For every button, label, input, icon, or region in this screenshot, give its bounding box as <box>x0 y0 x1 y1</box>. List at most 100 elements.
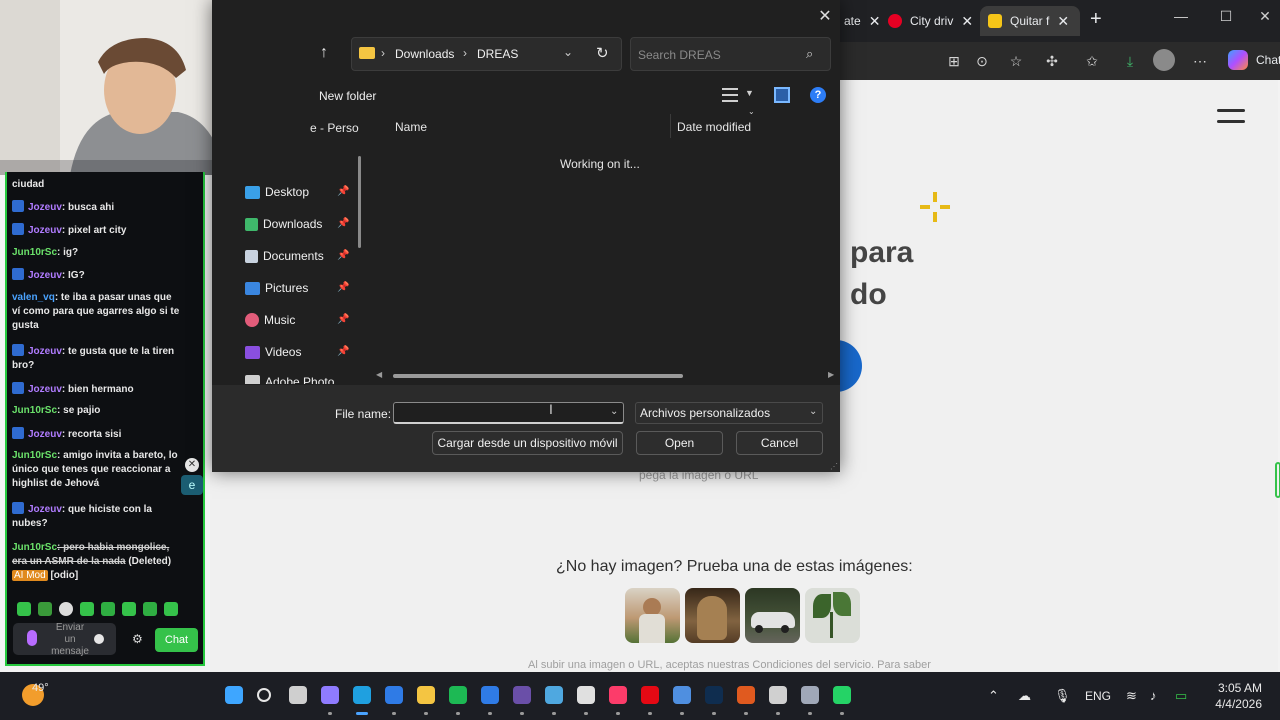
music-icon[interactable] <box>609 686 627 704</box>
sidebar-scrollbar[interactable] <box>358 156 361 248</box>
chat-username[interactable]: Jun10rSc <box>12 405 57 416</box>
chat-username[interactable]: Jun10rSc <box>12 247 57 258</box>
cancel-button[interactable]: Cancel <box>736 431 823 455</box>
copilot-icon[interactable] <box>321 686 339 704</box>
tab-3[interactable]: Quitar f ✕ <box>980 6 1080 36</box>
new-folder-button[interactable]: New folder <box>319 89 376 103</box>
emote-icon[interactable] <box>101 602 115 616</box>
scroll-left-icon[interactable]: ◀ <box>376 370 382 379</box>
scroll-right-icon[interactable]: ▶ <box>828 370 834 379</box>
up-arrow-icon[interactable]: ↑ <box>320 44 328 62</box>
taskview-icon[interactable] <box>289 686 307 704</box>
gear-icon[interactable]: ⚙ <box>132 632 143 646</box>
chevron-down-icon[interactable]: ⌄ <box>610 406 618 417</box>
photoshop-icon[interactable] <box>705 686 723 704</box>
apps-icon[interactable]: ⊞ <box>943 50 965 72</box>
maximize-icon[interactable]: ☐ <box>1211 8 1241 25</box>
pin-icon[interactable]: 📌 <box>337 250 349 261</box>
emote-icon[interactable] <box>38 602 52 616</box>
mic-icon[interactable] <box>27 630 37 646</box>
chat-username[interactable]: valen_vq <box>12 292 55 303</box>
close-icon[interactable]: ✕ <box>1057 13 1069 30</box>
download-icon[interactable]: ⤓ <box>1119 50 1141 72</box>
sidebar-item-videos[interactable]: Videos <box>245 345 301 359</box>
chevron-up-icon[interactable]: ⌃ <box>988 688 999 704</box>
clock-date[interactable]: 4/4/2026 <box>1210 697 1262 711</box>
explorer-icon[interactable] <box>417 686 435 704</box>
chat-username[interactable]: Jun10rSc <box>12 450 57 461</box>
filename-input[interactable] <box>393 402 624 424</box>
profile-avatar[interactable] <box>1153 49 1175 71</box>
clock-time[interactable]: 3:05 AM <box>1214 681 1262 695</box>
view-options-icon[interactable] <box>722 88 738 102</box>
close-icon[interactable]: ✕ <box>961 13 973 30</box>
resize-grip-icon[interactable]: ⋰ <box>830 462 838 471</box>
snipping-icon[interactable] <box>545 686 563 704</box>
minimize-icon[interactable]: — <box>1166 8 1196 24</box>
pin-icon[interactable]: 📌 <box>337 186 349 197</box>
column-divider[interactable] <box>670 114 671 138</box>
tab-2[interactable]: City driv ✕ <box>880 6 980 36</box>
breadcrumb-dreas[interactable]: DREAS <box>477 47 518 61</box>
emoji-icon[interactable] <box>94 634 104 644</box>
chat-username[interactable]: Jozeuv <box>28 346 62 357</box>
spotify-icon[interactable] <box>449 686 467 704</box>
netflix-icon[interactable] <box>641 686 659 704</box>
sidebar-item-desktop[interactable]: Desktop <box>245 185 309 199</box>
open-button[interactable]: Open <box>636 431 723 455</box>
pin-icon[interactable]: 📌 <box>337 314 349 325</box>
chat-send-button[interactable]: Chat <box>155 628 198 652</box>
sidebar-item-adobe[interactable]: Adobe Photo <box>245 375 334 384</box>
language-indicator[interactable]: ENG <box>1085 689 1111 703</box>
settings-icon[interactable] <box>801 686 819 704</box>
extension-icon[interactable]: e <box>181 475 203 495</box>
favorites-icon[interactable]: ✩ <box>1081 50 1103 72</box>
chevron-down-icon[interactable]: ⌄ <box>809 406 817 417</box>
wifi-icon[interactable]: ≋ <box>1126 688 1137 704</box>
sidebar-item-music[interactable]: Music <box>245 313 295 327</box>
reading-icon[interactable]: ⊙ <box>971 50 993 72</box>
sidebar-item-pictures[interactable]: Pictures <box>245 281 308 295</box>
column-header-name[interactable]: Name <box>395 120 427 134</box>
pin-icon[interactable]: 📌 <box>337 218 349 229</box>
favorite-star-icon[interactable]: ☆ <box>1005 50 1027 72</box>
chevron-down-icon[interactable]: ▼ <box>745 88 754 98</box>
sidebar-item-downloads[interactable]: Downloads <box>245 217 322 231</box>
emote-icon[interactable] <box>164 602 178 616</box>
defender-icon[interactable] <box>481 686 499 704</box>
search-icon[interactable]: ⌕ <box>806 46 813 62</box>
weather-temp[interactable]: 49° <box>32 682 49 694</box>
emote-icon[interactable] <box>143 602 157 616</box>
close-icon[interactable]: ✕ <box>185 458 199 472</box>
chat-username[interactable]: Jun10rSc <box>12 542 57 553</box>
paint-icon[interactable] <box>577 686 595 704</box>
illustrator-icon[interactable] <box>737 686 755 704</box>
copilot-icon[interactable] <box>1228 50 1248 70</box>
chevron-down-icon[interactable]: ⌄ <box>563 45 573 59</box>
refresh-icon[interactable]: ↻ <box>596 44 609 62</box>
pin-icon[interactable]: 📌 <box>337 346 349 357</box>
start-icon[interactable] <box>225 686 243 704</box>
new-tab-button[interactable]: + <box>1090 8 1102 31</box>
copilot-label[interactable]: Chat <box>1256 53 1280 67</box>
edge-icon[interactable] <box>353 686 371 704</box>
chatgpt-icon[interactable] <box>769 686 787 704</box>
search-icon[interactable] <box>257 688 271 702</box>
obs-icon[interactable] <box>513 686 531 704</box>
help-icon[interactable]: ? <box>810 87 826 103</box>
pin-icon[interactable]: 📌 <box>337 282 349 293</box>
emote-icon[interactable] <box>59 602 73 616</box>
extensions-icon[interactable]: ✣ <box>1041 50 1063 72</box>
store-icon[interactable] <box>385 686 403 704</box>
emote-icon[interactable] <box>122 602 136 616</box>
chat-username[interactable]: Jozeuv <box>28 225 62 236</box>
filetype-select[interactable]: Archivos personalizados <box>635 402 823 424</box>
dialog-close-icon[interactable]: ✕ <box>815 6 835 26</box>
preview-pane-icon[interactable] <box>774 87 790 103</box>
battery-icon[interactable]: ▭ <box>1175 688 1187 704</box>
chat-username[interactable]: Jozeuv <box>28 504 62 515</box>
sidebar-item-documents[interactable]: Documents <box>245 249 324 263</box>
emote-icon[interactable] <box>80 602 94 616</box>
chat-username[interactable]: Jozeuv <box>28 429 62 440</box>
column-header-date[interactable]: Date modified <box>677 120 751 134</box>
